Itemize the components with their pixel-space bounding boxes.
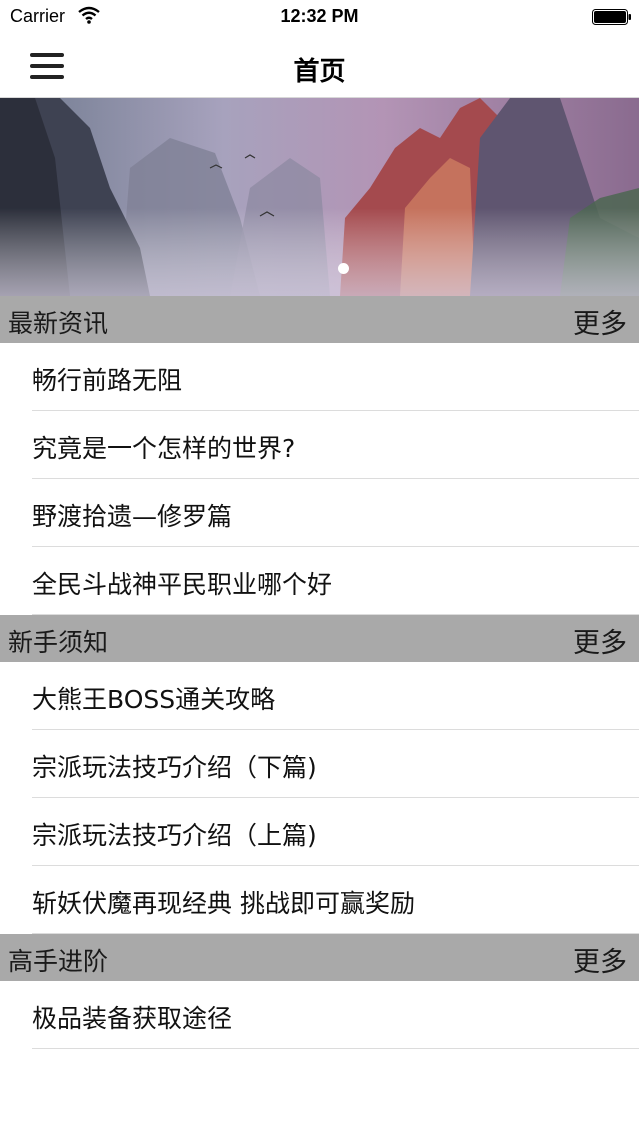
list-item-label: 宗派玩法技巧介绍（上篇) [32, 821, 317, 850]
carousel-page-indicator[interactable] [338, 263, 349, 274]
section-title: 新手须知 [8, 628, 109, 657]
banner-carousel[interactable] [0, 98, 639, 296]
list-item[interactable]: 畅行前路无阻 [0, 343, 639, 411]
row-separator [32, 1048, 639, 1049]
section-header-news: 最新资讯 更多 [0, 296, 639, 343]
list-item-label: 全民斗战神平民职业哪个好 [32, 570, 333, 599]
list-item-label: 野渡拾遗—修罗篇 [32, 502, 233, 531]
page-title: 首页 [293, 57, 346, 87]
list-item[interactable]: 究竟是一个怎样的世界? [0, 411, 639, 479]
list-item[interactable]: 宗派玩法技巧介绍（下篇) [0, 730, 639, 798]
list-item[interactable]: 大熊王BOSS通关攻略 [0, 662, 639, 730]
status-bar: Carrier 12:32 PM [0, 0, 639, 34]
list-item-label: 宗派玩法技巧介绍（下篇) [32, 753, 317, 782]
list-item-label: 畅行前路无阻 [32, 366, 183, 395]
banner-image [0, 98, 639, 296]
section-title: 高手进阶 [8, 947, 109, 976]
list-item-label: 究竟是一个怎样的世界? [32, 434, 296, 463]
list-item[interactable]: 野渡拾遗—修罗篇 [0, 479, 639, 547]
status-time: 12:32 PM [280, 6, 359, 26]
list-item-label: 极品装备获取途径 [32, 1004, 233, 1033]
list-item[interactable]: 斩妖伏魔再现经典 挑战即可赢奖励 [0, 866, 639, 934]
section-title: 最新资讯 [8, 309, 109, 338]
list-item[interactable]: 极品装备获取途径 [0, 981, 639, 1049]
list-item-label: 大熊王BOSS通关攻略 [32, 685, 276, 714]
list-item-label: 斩妖伏魔再现经典 挑战即可赢奖励 [32, 889, 415, 918]
more-link[interactable]: 更多 [573, 621, 627, 660]
list-item[interactable]: 宗派玩法技巧介绍（上篇) [0, 798, 639, 866]
list-item[interactable]: 全民斗战神平民职业哪个好 [0, 547, 639, 615]
more-link[interactable]: 更多 [573, 302, 627, 341]
battery-icon [592, 9, 631, 25]
section-header-advanced: 高手进阶 更多 [0, 934, 639, 981]
section-header-beginner: 新手须知 更多 [0, 615, 639, 662]
navigation-bar: 首页 [0, 34, 639, 98]
content-list: 最新资讯 更多 畅行前路无阻 究竟是一个怎样的世界? 野渡拾遗—修罗篇 全民斗战神平民职业… [0, 296, 639, 1049]
more-link[interactable]: 更多 [573, 940, 627, 979]
